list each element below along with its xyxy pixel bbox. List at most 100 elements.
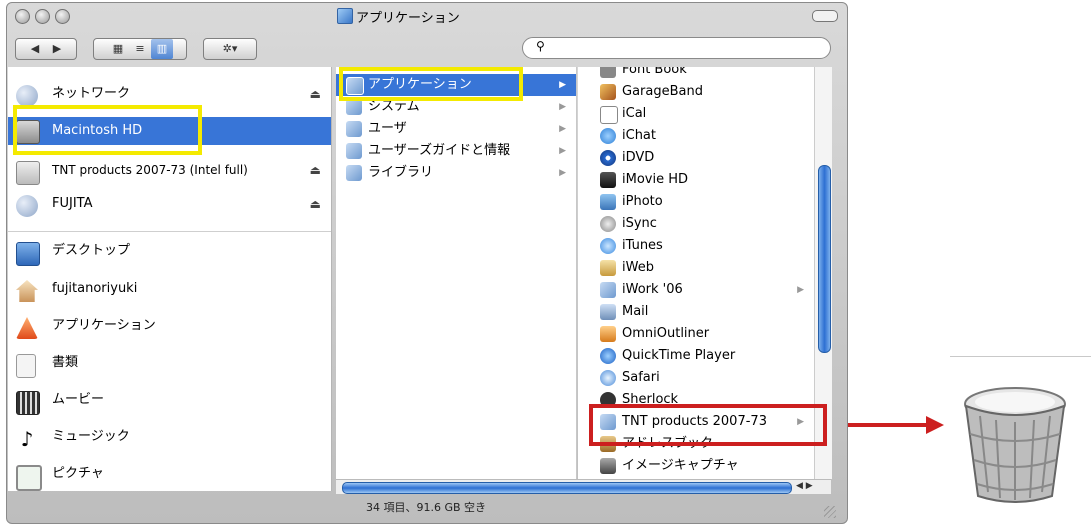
column-item-omnioutliner[interactable]: OmniOutliner (578, 323, 814, 345)
sidebar-item-applications[interactable]: アプリケーション (8, 315, 331, 339)
sync-icon (600, 216, 616, 232)
vertical-scroll-thumb[interactable] (818, 165, 831, 353)
quicktime-icon (600, 348, 616, 364)
zoom-button[interactable] (55, 9, 70, 24)
column-view-button[interactable]: ▥ (151, 39, 173, 59)
red-arrow-shaft (848, 423, 928, 427)
column-item-ical[interactable]: iCal (578, 103, 814, 125)
eject-icon[interactable]: ⏏ (310, 193, 321, 215)
disclosure-arrow-icon: ▶ (559, 146, 566, 156)
sidebar-item-pictures[interactable]: ピクチャ (8, 463, 331, 491)
disk-image-icon (16, 161, 40, 185)
minimize-button[interactable] (35, 9, 50, 24)
disclosure-arrow-icon: ▶ (797, 285, 804, 295)
applications-folder-icon (337, 8, 353, 24)
toolbar-toggle-button[interactable] (812, 10, 838, 22)
column-item-isync[interactable]: iSync (578, 213, 814, 235)
music-disc-icon (600, 238, 616, 254)
mail-stamp-icon (600, 304, 616, 320)
compass-icon (600, 370, 616, 386)
clapperboard-icon (600, 172, 616, 188)
column-item-users[interactable]: ユーザ ▶ (336, 118, 576, 140)
sidebar-item-tnt-products[interactable]: TNT products 2007-73 (Intel full) ⏏ (8, 159, 331, 185)
library-folder-icon (346, 165, 362, 181)
font-book-icon (600, 67, 616, 78)
camera-icon (600, 458, 616, 474)
guides-folder-icon (346, 143, 362, 159)
column-item-ichat[interactable]: iChat (578, 125, 814, 147)
column-item-image-capture[interactable]: イメージキャプチャ (578, 455, 814, 477)
outliner-icon (600, 326, 616, 342)
dock-edge (950, 356, 1091, 357)
applications-icon (16, 317, 38, 339)
column-item-iweb[interactable]: iWeb (578, 257, 814, 279)
status-bar: 34 項目、91.6 GB 空き (365, 501, 487, 514)
resize-grip[interactable] (824, 506, 836, 518)
sidebar-item-documents[interactable]: 書類 (8, 352, 331, 378)
column-item-itunes[interactable]: iTunes (578, 235, 814, 257)
sidebar-item-desktop[interactable]: デスクトップ (8, 240, 331, 266)
column-item-quicktime[interactable]: QuickTime Player (578, 345, 814, 367)
movies-icon (16, 391, 40, 415)
back-forward-buttons[interactable]: ◀ ▶ (15, 38, 77, 60)
home-icon (16, 280, 38, 302)
highlight-macintosh-hd (13, 105, 202, 155)
sidebar-divider (8, 231, 331, 232)
desktop-icon (16, 242, 40, 266)
users-folder-icon (346, 121, 362, 137)
eject-icon[interactable]: ⏏ (310, 83, 321, 105)
column-item-idvd[interactable]: iDVD (578, 147, 814, 169)
calendar-icon (600, 106, 618, 124)
browser-column-1: アプリケーション ▶ システム ▶ ユーザ ▶ ユーザーズガイドと情報 ▶ ライ… (336, 67, 577, 479)
disclosure-arrow-icon: ▶ (559, 102, 566, 112)
column-item-garageband[interactable]: GarageBand (578, 81, 814, 103)
pictures-icon (16, 465, 42, 491)
web-page-icon (600, 260, 616, 276)
sidebar-item-music[interactable]: ♪ ミュージック (8, 426, 331, 451)
column-item-iphoto[interactable]: iPhoto (578, 191, 814, 213)
column-item-safari[interactable]: Safari (578, 367, 814, 389)
disclosure-arrow-icon: ▶ (559, 168, 566, 178)
column-item-iwork[interactable]: iWork '06 ▶ (578, 279, 814, 301)
sidebar-item-home[interactable]: fujitanoriyuki (8, 278, 331, 302)
column-item-mail[interactable]: Mail (578, 301, 814, 323)
horizontal-scrollbar[interactable]: ◀ ▶ (336, 479, 831, 494)
music-note-icon: ♪ (20, 427, 34, 451)
chat-bubble-icon (600, 128, 616, 144)
red-arrow-head (926, 416, 944, 434)
search-input[interactable] (522, 37, 831, 59)
eject-icon[interactable]: ⏏ (310, 159, 321, 181)
forward-button[interactable]: ▶ (46, 39, 68, 59)
window-title: アプリケーション (337, 7, 517, 26)
column-item-font-book[interactable]: Font Book (578, 67, 814, 81)
disclosure-arrow-icon: ▶ (559, 80, 566, 90)
list-view-button[interactable]: ≡ (129, 39, 151, 59)
title-bar[interactable]: アプリケーション (7, 3, 847, 27)
folder-icon (600, 282, 616, 298)
icon-view-button[interactable]: ▦ (107, 39, 129, 59)
column-item-user-guides[interactable]: ユーザーズガイドと情報 ▶ (336, 140, 576, 162)
highlight-tnt-products (589, 404, 827, 446)
photo-icon (600, 194, 616, 210)
guitar-icon (600, 84, 616, 100)
close-button[interactable] (15, 9, 30, 24)
column-item-library[interactable]: ライブラリ ▶ (336, 162, 576, 184)
documents-icon (16, 354, 36, 378)
scroll-arrows-icon[interactable]: ◀ ▶ (796, 481, 813, 491)
network-globe-icon (16, 85, 38, 107)
view-buttons[interactable]: ▦ ≡ ▥ (93, 38, 187, 60)
back-button[interactable]: ◀ (24, 39, 46, 59)
search-icon: ⚲ (536, 39, 545, 53)
network-globe-icon (16, 195, 38, 217)
action-menu-button[interactable]: ✲▾ (203, 38, 257, 60)
trash-icon[interactable] (960, 384, 1070, 510)
horizontal-scroll-thumb[interactable] (342, 482, 792, 494)
highlight-applications (339, 67, 523, 101)
sidebar-item-network[interactable]: ネットワーク ⏏ (8, 83, 331, 107)
dvd-icon (600, 150, 616, 166)
sidebar-item-movies[interactable]: ムービー (8, 389, 331, 415)
column-item-imovie[interactable]: iMovie HD (578, 169, 814, 191)
sidebar-item-fujita[interactable]: FUJITA ⏏ (8, 193, 331, 217)
system-folder-icon (346, 99, 362, 115)
disclosure-arrow-icon: ▶ (559, 124, 566, 134)
